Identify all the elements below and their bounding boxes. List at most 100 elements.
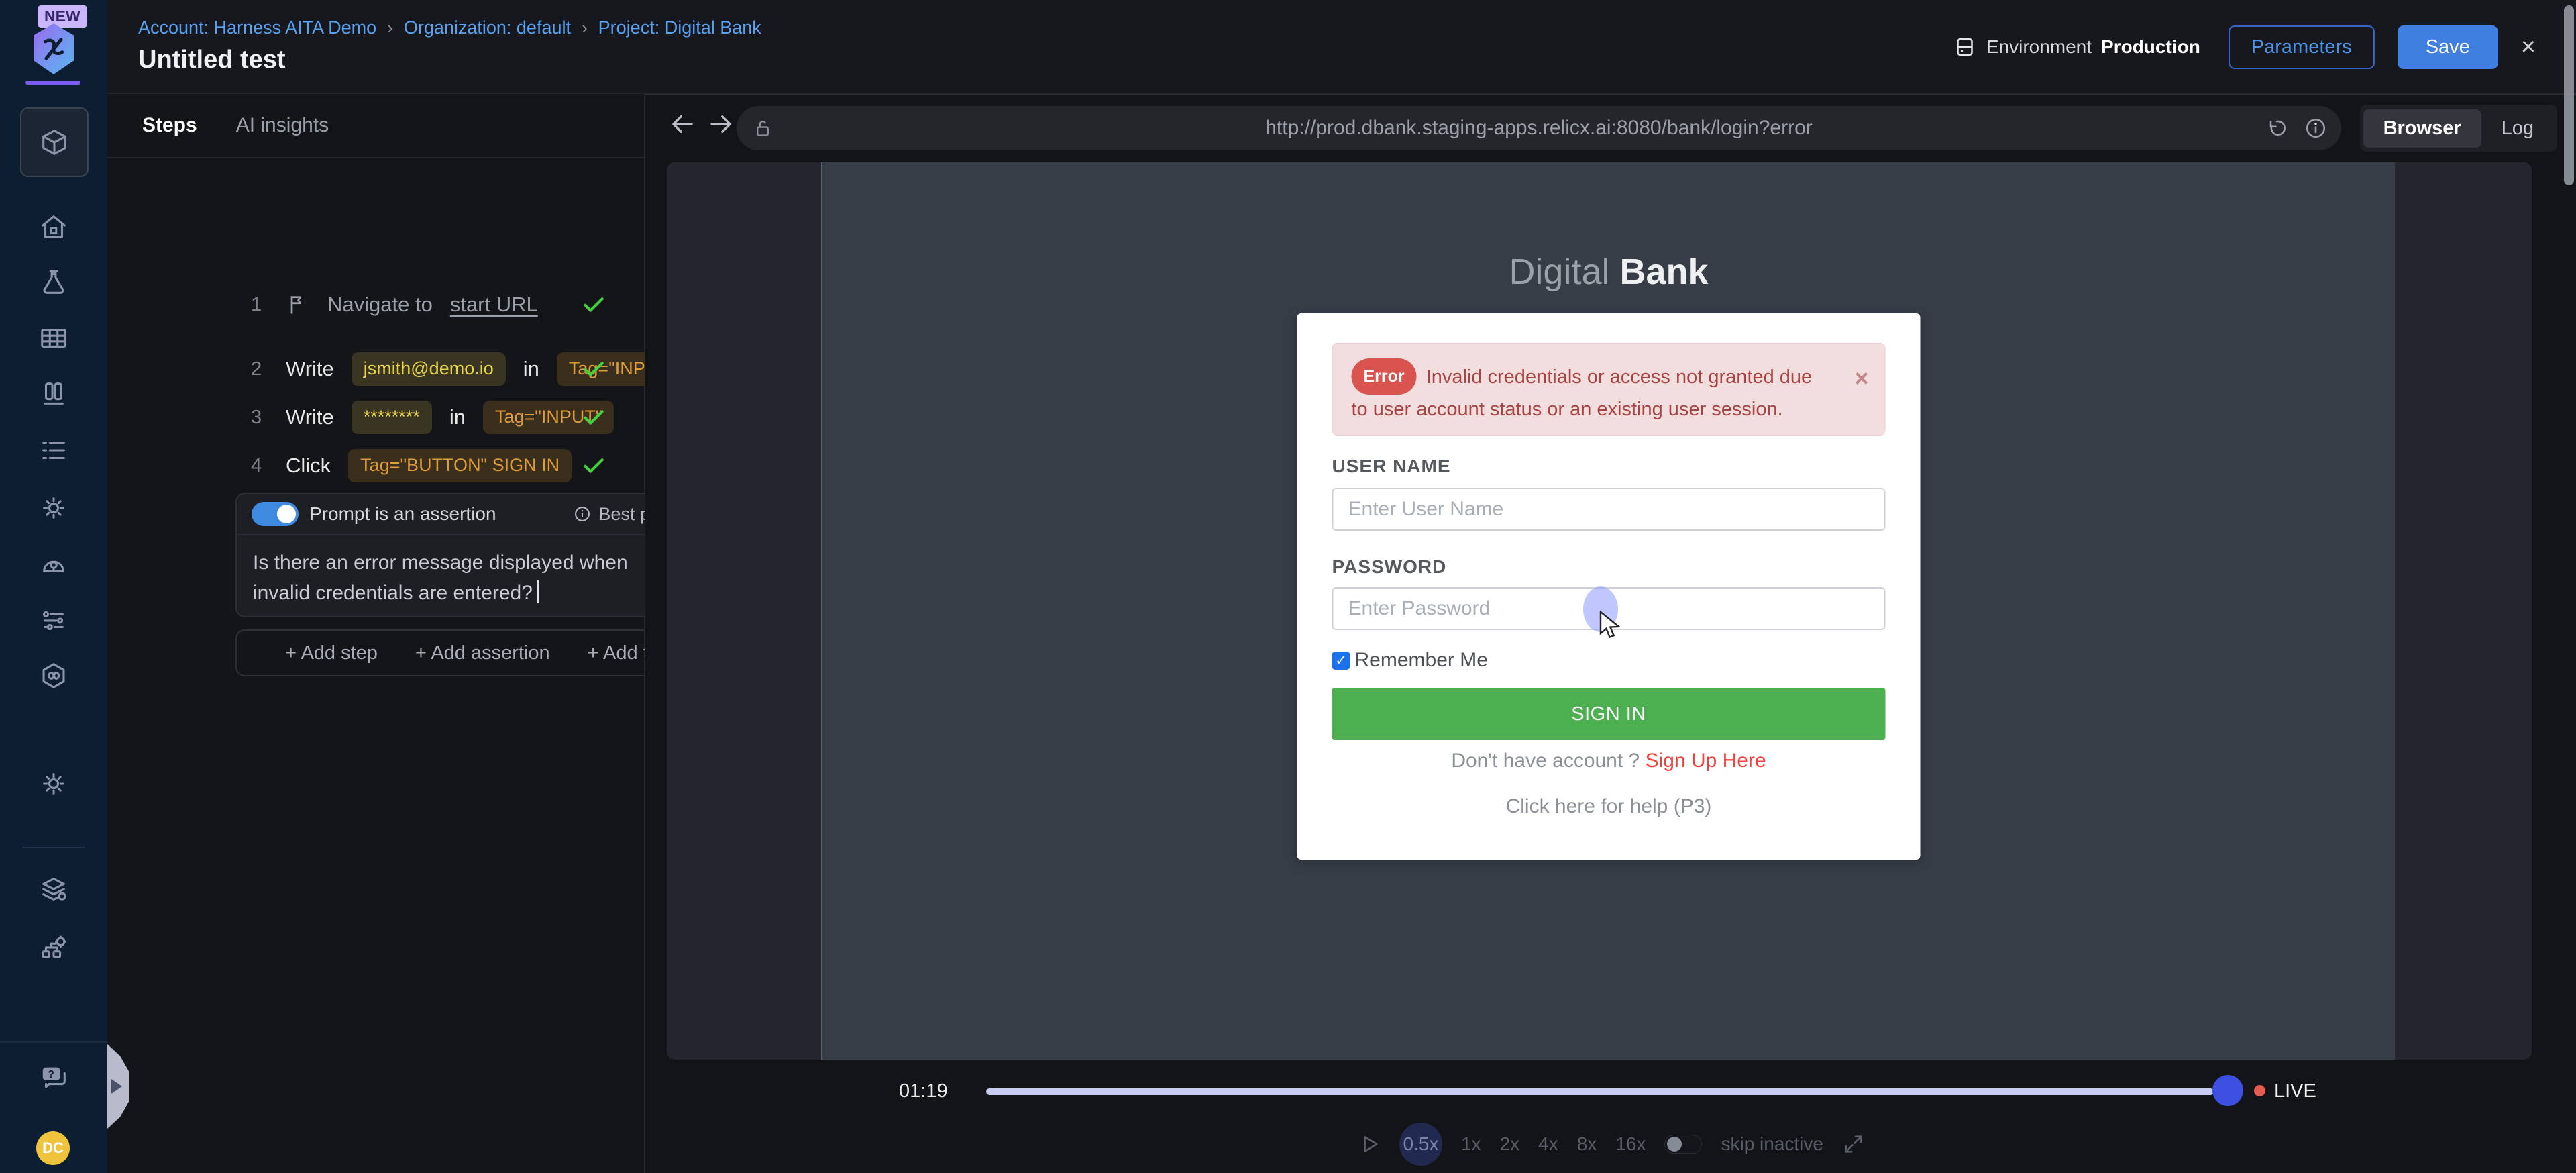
view-switcher: Browser Log: [2360, 105, 2557, 152]
step-row-4[interactable]: 4 Click Tag="BUTTON" SIGN IN: [107, 440, 644, 491]
skip-inactive-toggle[interactable]: [1664, 1135, 1702, 1154]
environment-value[interactable]: Production: [2101, 36, 2200, 58]
breadcrumb-project[interactable]: Project: Digital Bank: [598, 17, 761, 38]
sign-up-link[interactable]: Sign Up Here: [1646, 750, 1766, 772]
selector-chip[interactable]: Tag="BUTTON" SIGN IN: [348, 449, 572, 482]
tab-steps[interactable]: Steps: [142, 114, 197, 137]
chevron-right-icon: ›: [582, 17, 588, 38]
app-root: NEW: [0, 0, 2576, 1173]
playback-time: 01:19: [899, 1080, 948, 1103]
avatar[interactable]: DC: [36, 1131, 70, 1165]
step-action: Write: [286, 357, 334, 381]
site-brand: Digital Bank: [822, 251, 2395, 293]
breadcrumb-account[interactable]: Account: Harness AITA Demo: [138, 17, 376, 38]
remember-me[interactable]: ✓ Remember Me: [1332, 649, 1488, 672]
environment-label: Environment: [1986, 36, 2092, 58]
add-assertion-button[interactable]: + Add assertion: [415, 642, 550, 664]
help-chat-icon[interactable]: ?: [0, 1062, 107, 1092]
step-action: Click: [286, 454, 331, 478]
replay-viewport: Digital Bank ErrorInvalid credentials or…: [667, 162, 2532, 1060]
network-settings-icon[interactable]: [0, 931, 107, 962]
playback-controls: 0.5x 1x 2x 4x 8x 16x skip inactive: [1358, 1121, 1865, 1168]
add-step-button[interactable]: + Add step: [285, 642, 378, 664]
breadcrumb: Account: Harness AITA Demo › Organizatio…: [138, 17, 761, 38]
step-row-2[interactable]: 2 Write jsmith@demo.io in Tag="INPUT": [107, 344, 644, 395]
grid-table-icon[interactable]: [0, 323, 107, 354]
speed-1x[interactable]: 1x: [1461, 1133, 1481, 1155]
start-url-link[interactable]: start URL: [450, 293, 538, 317]
reload-icon[interactable]: [2265, 116, 2289, 140]
sidebar-divider: [0, 1041, 107, 1043]
info-icon: [573, 505, 592, 523]
assertion-toggle-label: Prompt is an assertion: [309, 503, 496, 525]
step-row-1[interactable]: 1 Navigate to start URL: [107, 279, 644, 330]
tab-browser[interactable]: Browser: [2363, 109, 2481, 148]
url-bar[interactable]: http://prod.dbank.staging-apps.relicx.ai…: [737, 106, 2341, 150]
check-icon: [581, 453, 606, 478]
step-conjunction: in: [449, 405, 466, 429]
help-link[interactable]: Click here for help (P3): [1297, 795, 1921, 818]
value-chip[interactable]: ********: [352, 401, 432, 434]
playback-handle[interactable]: [2212, 1075, 2243, 1106]
triangle-right-icon: [111, 1079, 122, 1094]
speed-4x[interactable]: 4x: [1538, 1133, 1558, 1155]
svg-text:?: ?: [48, 1069, 54, 1080]
scrollbar-thumb[interactable]: [2564, 5, 2574, 185]
step-row-3[interactable]: 3 Write ******** in Tag="INPUT": [107, 392, 644, 443]
harness-logo-icon[interactable]: [28, 21, 79, 76]
save-button[interactable]: Save: [2398, 26, 2498, 69]
support-icon[interactable]: [0, 548, 107, 579]
sign-in-button[interactable]: SIGN IN: [1332, 688, 1886, 740]
close-icon[interactable]: ×: [2521, 33, 2536, 62]
environment-icon: [1953, 35, 1977, 59]
parameters-button[interactable]: Parameters: [2229, 26, 2375, 69]
speed-16x[interactable]: 16x: [1615, 1133, 1646, 1155]
cd-infinity-icon[interactable]: [0, 660, 107, 691]
settings-gear-icon[interactable]: [0, 768, 107, 799]
username-label: USER NAME: [1332, 456, 1451, 477]
list-icon[interactable]: [0, 435, 107, 466]
step-action: Navigate to: [327, 293, 433, 317]
url-text: http://prod.dbank.staging-apps.relicx.ai…: [737, 117, 2341, 140]
steps-panel: Steps AI insights 1 Navigate to start UR…: [107, 94, 645, 1173]
checkbox-checked-icon[interactable]: ✓: [1332, 652, 1350, 670]
columns-icon[interactable]: [0, 378, 107, 409]
gear-icon[interactable]: [0, 493, 107, 523]
browser-pane: http://prod.dbank.staging-apps.relicx.ai…: [645, 94, 2576, 1173]
environment-group: Environment Production: [1953, 35, 2200, 59]
text-caret: [537, 580, 539, 603]
back-arrow-icon[interactable]: [668, 110, 696, 138]
layers-settings-icon[interactable]: [0, 874, 107, 905]
top-header: Account: Harness AITA Demo › Organizatio…: [107, 0, 2576, 94]
error-badge: Error: [1352, 358, 1417, 395]
check-icon: [581, 292, 606, 317]
tab-log[interactable]: Log: [2481, 109, 2554, 148]
speed-2x[interactable]: 2x: [1500, 1133, 1520, 1155]
chaos-icon[interactable]: [0, 604, 107, 635]
error-message: Invalid credentials or access not grante…: [1352, 366, 1813, 420]
breadcrumb-organization[interactable]: Organization: default: [404, 17, 571, 38]
sidebar-divider: [23, 847, 85, 848]
assertion-toggle[interactable]: [252, 502, 299, 526]
logo-underline: [25, 81, 80, 85]
alert-close-icon[interactable]: ×: [1854, 364, 1868, 393]
fullscreen-expand-icon[interactable]: [1842, 1133, 1865, 1156]
flask-icon[interactable]: [0, 267, 107, 298]
info-icon[interactable]: [2304, 116, 2328, 140]
value-chip[interactable]: jsmith@demo.io: [352, 352, 506, 385]
speed-0.5x[interactable]: 0.5x: [1399, 1123, 1442, 1166]
chevron-right-icon: ›: [387, 17, 393, 38]
mouse-cursor-icon: [1599, 611, 1625, 640]
speed-8x[interactable]: 8x: [1577, 1133, 1597, 1155]
step-number: 3: [251, 407, 268, 429]
cube-icon: [39, 127, 70, 158]
playback-progress-bar[interactable]: [986, 1088, 2214, 1095]
play-icon[interactable]: [1358, 1133, 1381, 1156]
username-input[interactable]: [1332, 488, 1886, 531]
skip-inactive-label: skip inactive: [1721, 1133, 1823, 1155]
tab-ai-insights[interactable]: AI insights: [236, 114, 329, 137]
forward-arrow-icon[interactable]: [707, 110, 735, 138]
check-icon: [581, 405, 606, 430]
sidebar-item-modules-active[interactable]: [20, 107, 89, 177]
home-icon[interactable]: [0, 211, 107, 242]
